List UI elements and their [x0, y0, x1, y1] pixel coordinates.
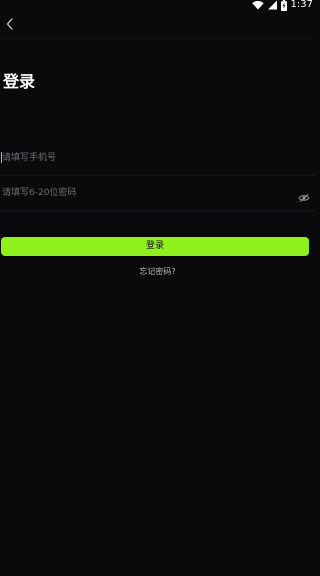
eye-icon[interactable] [298, 188, 310, 203]
back-button[interactable] [0, 14, 20, 34]
phone-input[interactable] [2, 149, 282, 167]
nav-bar [0, 10, 315, 39]
password-input[interactable] [2, 184, 282, 202]
battery-icon [280, 0, 287, 11]
forgot-password-link[interactable]: 忘记密码? [0, 266, 315, 277]
login-button[interactable]: 登录 [1, 237, 309, 256]
chevron-left-icon [6, 18, 13, 30]
signal-icon [267, 0, 277, 10]
status-bar: 1:37 [0, 0, 315, 11]
phone-field [0, 141, 315, 176]
wifi-icon [251, 0, 264, 10]
password-field [0, 176, 315, 211]
page-title: 登录 [3, 72, 36, 91]
